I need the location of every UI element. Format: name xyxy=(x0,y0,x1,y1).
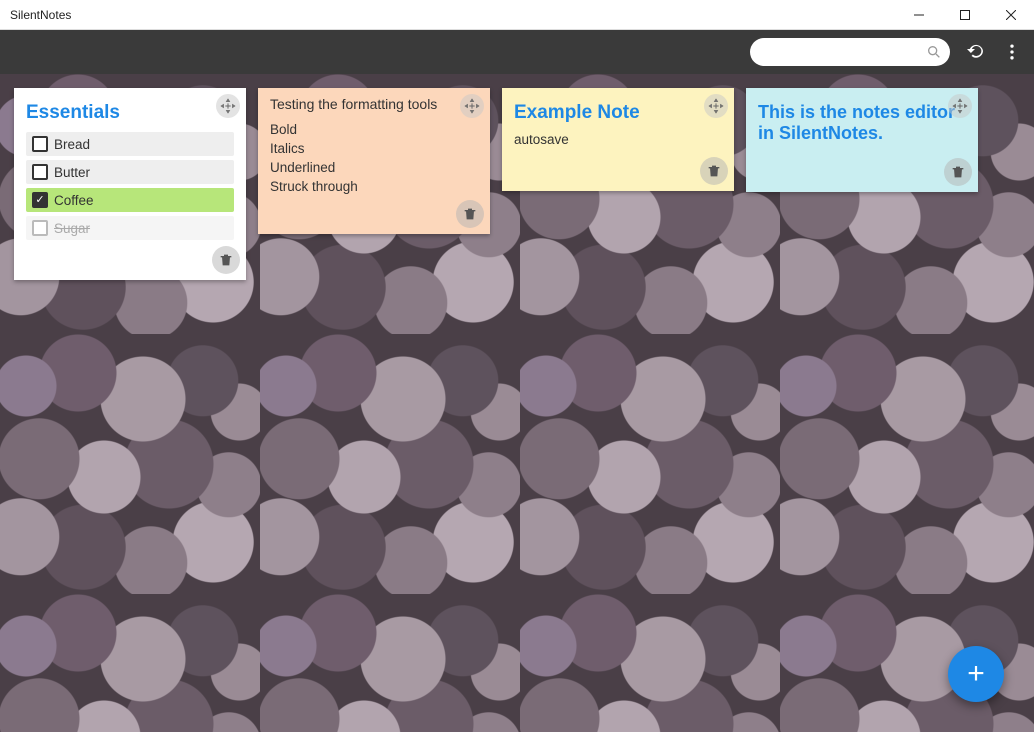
note-line: Bold xyxy=(270,122,478,137)
note-text-title: Testing the formatting tools xyxy=(270,96,478,112)
note-title: Essentials xyxy=(26,102,234,124)
drag-handle-icon[interactable] xyxy=(460,94,484,118)
trash-icon[interactable] xyxy=(456,200,484,228)
window-controls xyxy=(896,0,1034,30)
checklist-item[interactable]: Bread xyxy=(26,132,234,156)
search-field-wrap xyxy=(750,38,950,66)
checklist-label: Butter xyxy=(54,165,90,180)
note-title: Example Note xyxy=(514,102,722,124)
note-line: Italics xyxy=(270,141,478,156)
drag-handle-icon[interactable] xyxy=(948,94,972,118)
trash-icon[interactable] xyxy=(700,157,728,185)
window-title: SilentNotes xyxy=(10,8,71,22)
checkbox-disabled-icon[interactable] xyxy=(32,220,48,236)
note-line: Struck through xyxy=(270,179,478,194)
maximize-button[interactable] xyxy=(942,0,988,30)
note-title: This is the notes editor in SilentNotes. xyxy=(758,102,966,144)
checklist-label: Bread xyxy=(54,137,90,152)
checklist-item[interactable]: Sugar xyxy=(26,216,234,240)
sync-icon[interactable] xyxy=(964,40,988,64)
checkbox-checked-icon[interactable] xyxy=(32,192,48,208)
search-icon[interactable] xyxy=(926,44,942,60)
menu-icon[interactable] xyxy=(1002,42,1022,62)
checklist-label: Sugar xyxy=(54,221,90,236)
checkbox-icon[interactable] xyxy=(32,164,48,180)
minimize-button[interactable] xyxy=(896,0,942,30)
checklist-item[interactable]: Coffee xyxy=(26,188,234,212)
note-card[interactable]: Testing the formatting tools Bold Italic… xyxy=(258,88,490,234)
content-area: Essentials Bread Butter Coffee Sugar xyxy=(0,74,1034,732)
note-line: Underlined xyxy=(270,160,478,175)
drag-handle-icon[interactable] xyxy=(704,94,728,118)
checklist-label: Coffee xyxy=(54,193,94,208)
plus-icon: + xyxy=(967,657,985,691)
search-input[interactable] xyxy=(762,38,920,66)
close-button[interactable] xyxy=(988,0,1034,30)
titlebar: SilentNotes xyxy=(0,0,1034,30)
notes-container: Essentials Bread Butter Coffee Sugar xyxy=(0,74,1034,294)
checkbox-icon[interactable] xyxy=(32,136,48,152)
note-line: autosave xyxy=(514,132,722,147)
checklist-item[interactable]: Butter xyxy=(26,160,234,184)
checklist: Bread Butter Coffee Sugar xyxy=(26,132,234,240)
note-card[interactable]: Essentials Bread Butter Coffee Sugar xyxy=(14,88,246,280)
toolbar xyxy=(0,30,1034,74)
trash-icon[interactable] xyxy=(944,158,972,186)
add-note-button[interactable]: + xyxy=(948,646,1004,702)
drag-handle-icon[interactable] xyxy=(216,94,240,118)
note-card[interactable]: This is the notes editor in SilentNotes. xyxy=(746,88,978,192)
trash-icon[interactable] xyxy=(212,246,240,274)
note-card[interactable]: Example Note autosave xyxy=(502,88,734,191)
